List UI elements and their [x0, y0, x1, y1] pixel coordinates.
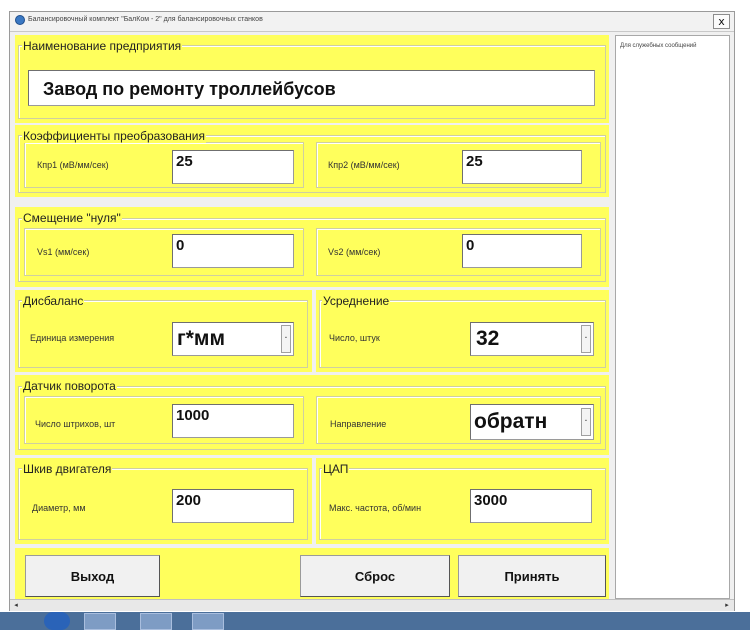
k1-label: Кпр1 (мВ/мм/сек): [37, 160, 109, 170]
max-frequency-input[interactable]: 3000: [470, 489, 592, 523]
reset-button[interactable]: Сброс: [300, 555, 450, 597]
unit-label: Единица измерения: [30, 333, 115, 343]
company-legend: Наименование предприятия: [22, 39, 183, 53]
service-messages-panel: [615, 35, 730, 599]
direction-label: Направление: [330, 419, 387, 429]
unit-dropdown-arrow-icon[interactable]: ·: [281, 325, 291, 353]
imbalance-legend: Дисбаланс: [22, 294, 85, 308]
service-messages-text: Для служебных сообщений: [620, 43, 697, 49]
vs2-input[interactable]: 0: [462, 234, 582, 268]
zero-offset-legend: Смещение "нуля": [22, 211, 122, 225]
max-frequency-label: Макс. частота, об/мин: [329, 503, 422, 513]
vs1-label: Vs1 (мм/сек): [37, 247, 90, 257]
pulley-legend: Шкив двигателя: [22, 462, 113, 476]
vs2-label: Vs2 (мм/сек): [328, 247, 381, 257]
window-title: Балансировочный комплект "БалКом - 2" дл…: [28, 16, 263, 23]
strokes-label: Число штрихов, шт: [35, 419, 116, 429]
strokes-input[interactable]: 1000: [172, 404, 294, 438]
coefficients-legend: Коэффициенты преобразования: [22, 129, 206, 143]
count-select-value: 32: [476, 327, 500, 350]
k1-input[interactable]: 25: [172, 150, 294, 184]
unit-select-value: г*мм: [177, 327, 225, 350]
app-icon: [15, 15, 25, 25]
start-button-icon[interactable]: [44, 612, 70, 630]
direction-select-value: обратн: [474, 410, 548, 433]
rotation-sensor-legend: Датчик поворота: [22, 379, 117, 393]
k2-label: Кпр2 (мВ/мм/сек): [328, 160, 400, 170]
dac-legend: ЦАП: [322, 462, 350, 476]
k2-input[interactable]: 25: [462, 150, 582, 184]
averaging-legend: Усреднение: [322, 294, 391, 308]
direction-dropdown-arrow-icon[interactable]: ·: [581, 408, 591, 436]
diameter-input[interactable]: 200: [172, 489, 294, 523]
close-button[interactable]: x: [713, 14, 730, 29]
count-label: Число, штук: [329, 333, 380, 343]
accept-button[interactable]: Принять: [458, 555, 606, 597]
exit-button[interactable]: Выход: [25, 555, 160, 597]
scroll-right-arrow-icon[interactable]: ▸: [722, 600, 732, 610]
vs1-input[interactable]: 0: [172, 234, 294, 268]
taskbar-item-tool-icon[interactable]: [192, 613, 224, 630]
taskbar-item-folder-icon[interactable]: [84, 613, 116, 630]
horizontal-scrollbar[interactable]: [10, 599, 734, 611]
scroll-left-arrow-icon[interactable]: ◂: [11, 600, 21, 610]
company-name-input[interactable]: Завод по ремонту троллейбусов: [28, 70, 595, 106]
count-dropdown-arrow-icon[interactable]: ·: [581, 325, 591, 353]
taskbar-item-app-icon[interactable]: [140, 613, 172, 630]
diameter-label: Диаметр, мм: [32, 503, 86, 513]
